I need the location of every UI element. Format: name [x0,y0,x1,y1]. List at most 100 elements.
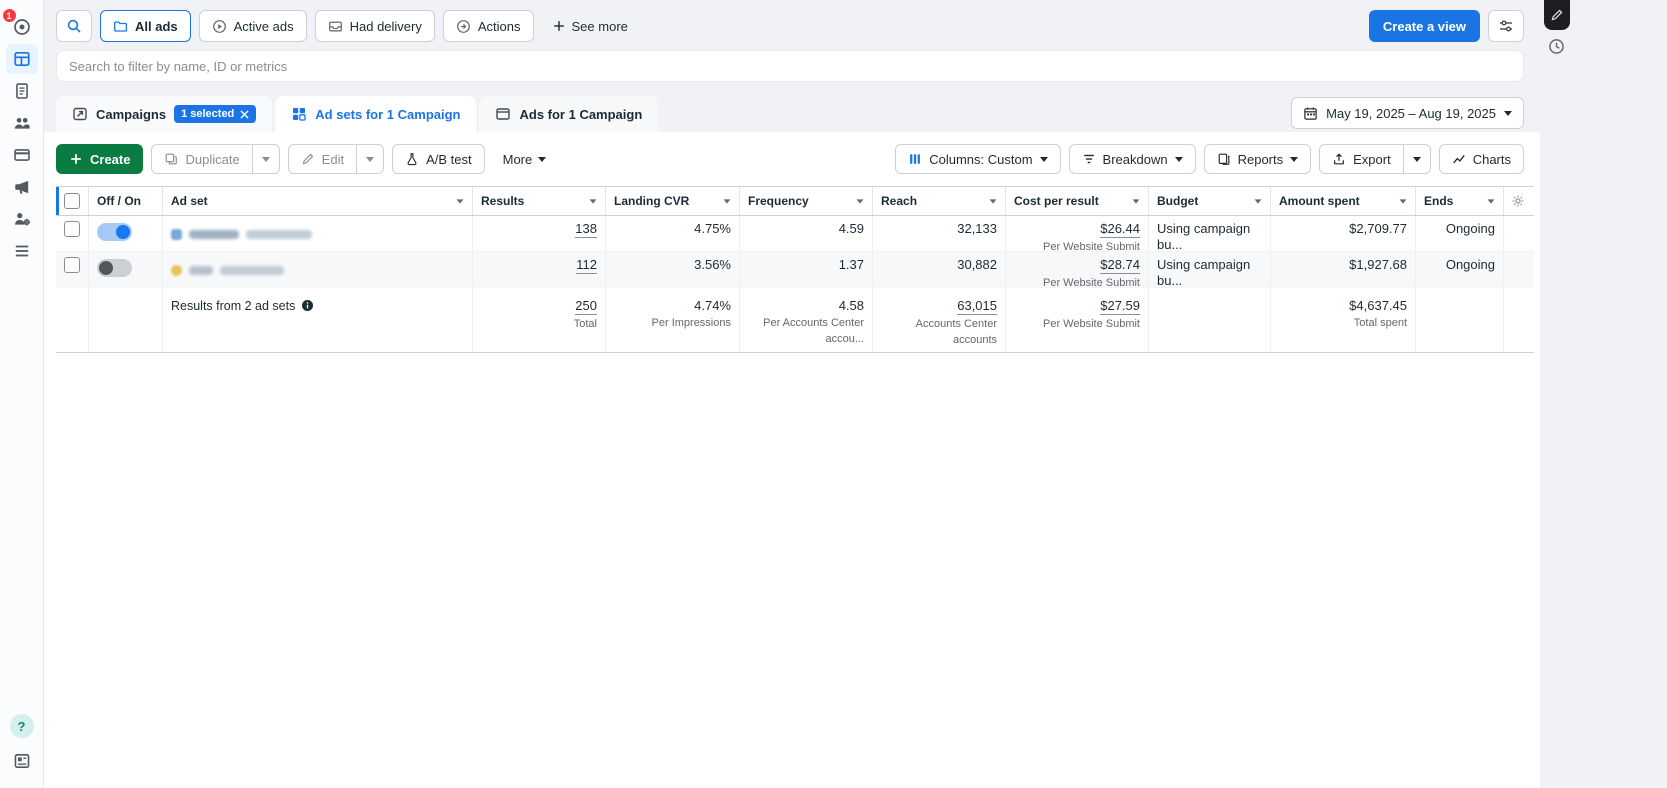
amount-spent-value: $2,709.77 [1349,221,1407,237]
header-frequency[interactable]: Frequency [740,187,873,215]
amount-spent-cell: $1,927.68 [1271,252,1416,287]
header-off-on[interactable]: Off / On [89,187,163,215]
results-value[interactable]: 112 [576,257,597,274]
close-icon[interactable] [240,110,249,119]
summary-results-value[interactable]: 250 [575,298,597,315]
reports-button[interactable]: Reports [1204,144,1312,174]
header-amount-spent[interactable]: Amount spent [1271,187,1416,215]
sidebar-item-billing[interactable] [6,140,38,170]
header-label: Reach [881,194,917,208]
flask-icon [405,152,419,166]
see-more-button[interactable]: See more [542,10,638,42]
columns-button[interactable]: Columns: Custom [895,144,1060,174]
duplicate-label: Duplicate [185,152,239,167]
sort-chevron-icon [457,199,464,203]
filter-pill-had-delivery[interactable]: Had delivery [315,10,435,42]
notification-badge: 1 [2,8,17,23]
reach-cell: 32,133 [873,216,1006,251]
ad-set-toggle-on[interactable] [97,223,132,241]
sidebar-item-all-tools[interactable] [6,236,38,266]
business-suite-logo[interactable]: 1 [6,12,38,42]
results-value[interactable]: 138 [575,221,597,238]
row-checkbox[interactable] [64,221,80,237]
frequency-cell: 4.59 [740,216,873,251]
edit-flyout-tab[interactable] [1544,0,1570,30]
chevron-down-icon [538,157,546,162]
actions-circle-icon [456,19,471,34]
table-icon [13,50,31,68]
content-card: Create Duplicate Edit A/B test More [44,132,1540,788]
summary-cost-value[interactable]: $27.59 [1100,298,1140,315]
edit-button[interactable]: Edit [288,144,357,174]
tab-ads[interactable]: Ads for 1 Campaign [479,96,658,132]
cost-value[interactable]: $28.74 [1100,257,1140,274]
duplicate-button[interactable]: Duplicate [151,144,252,174]
header-reach[interactable]: Reach [873,187,1006,215]
header-cost-per-result[interactable]: Cost per result [1006,187,1149,215]
search-input[interactable] [56,50,1524,82]
info-icon[interactable] [301,299,314,312]
select-all-checkbox[interactable] [64,193,80,209]
header-ends[interactable]: Ends [1416,187,1504,215]
row-checkbox-cell [56,216,89,251]
breakdown-button[interactable]: Breakdown [1069,144,1196,174]
duplicate-dropdown-button[interactable] [252,144,280,174]
sidebar-item-audiences[interactable] [6,108,38,138]
filter-pill-actions[interactable]: Actions [443,10,534,42]
export-dropdown-button[interactable] [1403,144,1431,174]
ad-set-name-cell[interactable] [163,252,473,287]
filter-pill-all-ads[interactable]: All ads [100,10,191,42]
header-ad-set[interactable]: Ad set [163,187,473,215]
header-budget[interactable]: Budget [1149,187,1271,215]
credit-card-icon [13,146,31,164]
table-row[interactable]: 112 3.56% 1.37 30,882 $28.74 Per Website… [56,252,1534,288]
toggle-knob [116,225,130,239]
tab-campaigns[interactable]: Campaigns 1 selected [56,96,272,132]
filter-pill-label: All ads [135,19,178,34]
frequency-cell: 1.37 [740,252,873,287]
table-row[interactable]: 138 4.75% 4.59 32,133 $26.44 Per Website… [56,216,1534,252]
sidebar-item-account-settings[interactable] [6,204,38,234]
history-button[interactable] [1548,38,1565,58]
reach-value: 32,133 [957,221,997,237]
filter-pill-label: Active ads [234,19,294,34]
sidebar-item-reports[interactable] [6,76,38,106]
chevron-down-icon [1175,157,1183,162]
summary-toggle-cell [89,288,163,352]
export-button[interactable]: Export [1319,144,1404,174]
results-cell: 112 [473,252,606,287]
search-button[interactable] [56,10,92,42]
date-range-picker[interactable]: May 19, 2025 – Aug 19, 2025 [1291,97,1524,129]
newsfeed-icon [13,752,31,770]
view-settings-button[interactable] [1488,10,1524,42]
edit-dropdown-button[interactable] [356,144,384,174]
ad-set-toggle-off[interactable] [97,259,132,277]
filter-pill-active-ads[interactable]: Active ads [199,10,307,42]
ad-set-name-cell[interactable] [163,216,473,251]
document-icon [13,82,31,100]
sidebar-item-updates[interactable] [6,746,38,776]
create-button[interactable]: Create [56,144,143,174]
plus-icon [552,19,566,33]
row-checkbox[interactable] [64,257,80,273]
help-button[interactable]: ? [10,714,34,738]
budget-value: Using campaign bu... [1157,221,1262,253]
tab-ad-sets[interactable]: Ad sets for 1 Campaign [275,96,476,132]
header-landing-cvr[interactable]: Landing CVR [606,187,740,215]
summary-cvr-value: 4.74% [694,298,731,314]
header-results[interactable]: Results [473,187,606,215]
cost-value[interactable]: $26.44 [1100,221,1140,238]
summary-reach-value[interactable]: 63,015 [957,298,997,315]
sidebar-item-ads-manager[interactable] [6,44,38,74]
landing-cvr-value: 4.75% [694,221,731,237]
create-view-button[interactable]: Create a view [1369,10,1480,42]
charts-button[interactable]: Charts [1439,144,1524,174]
more-button[interactable]: More [493,144,557,174]
ab-test-button[interactable]: A/B test [392,144,485,174]
sidebar-item-promote[interactable] [6,172,38,202]
landing-cvr-cell: 3.56% [606,252,740,287]
sliders-icon [1498,18,1514,34]
edit-label: Edit [322,152,344,167]
column-settings-button[interactable] [1504,187,1532,215]
budget-value: Using campaign bu... [1157,257,1262,289]
